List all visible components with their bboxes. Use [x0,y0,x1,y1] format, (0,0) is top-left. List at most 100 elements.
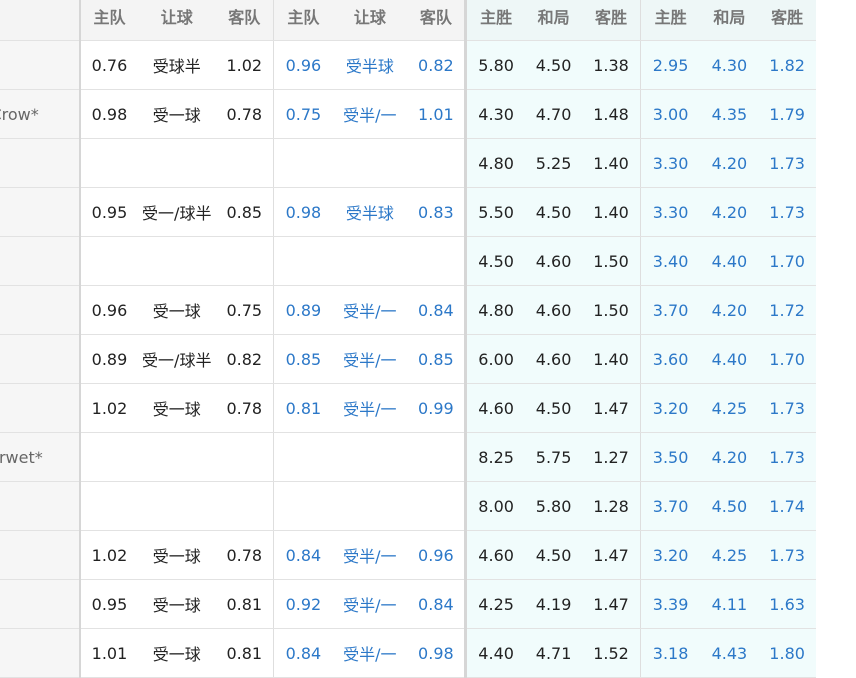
european-odds-initial-cell: 4.50 [524,383,583,433]
european-odds-initial-cell: 1.47 [582,383,641,433]
european-odds-live-cell: 4.30 [700,40,759,90]
asian-handicap-live-cell: 受半/一 [332,628,408,678]
european-odds-live-cell: 4.35 [700,89,759,139]
european-odds-live-cell: 4.11 [700,579,759,629]
asian-handicap-initial-cell: 0.95 [78,187,139,237]
table-row[interactable]: 易*0.96受一球0.750.89受半/一0.844.804.601.503.7… [0,285,816,335]
european-odds-initial-cell: 1.40 [582,138,641,188]
european-odds-initial-cell: 1.38 [582,40,641,90]
european-odds-initial-cell: 5.75 [524,432,583,482]
european-odds-initial-cell: 8.00 [464,481,525,531]
asian-handicap-live-cell: 0.75 [273,89,333,139]
european-odds-live-cell: 4.40 [700,334,759,384]
col-header: 客胜 [758,0,816,41]
table-row[interactable]: 36*0.95受一/球半0.850.98受半球0.835.504.501.403… [0,187,816,237]
company-cell[interactable]: 澳* [0,40,80,90]
company-cell[interactable]: 12* [0,530,80,580]
col-header: 主队 [78,0,139,41]
european-odds-live-cell: 3.70 [639,285,701,335]
european-odds-initial-cell: 8.25 [464,432,525,482]
asian-handicap-live-cell: 1.01 [407,89,466,139]
european-odds-initial-cell: 1.40 [582,334,641,384]
table-row[interactable]: ⚽Crow*0.98受一球0.780.75受半/一1.014.304.701.4… [0,89,816,139]
european-odds-live-cell: 1.74 [758,481,816,531]
company-name: Interwet* [0,447,43,467]
european-odds-initial-cell: 5.25 [524,138,583,188]
company-cell[interactable]: 10* [0,481,80,531]
asian-handicap-live-cell [273,236,333,286]
european-odds-initial-cell: 5.50 [464,187,525,237]
table-row[interactable]: 伟*0.89受一/球半0.820.85受半/一0.856.004.601.403… [0,334,816,384]
asian-handicap-initial-cell: 0.82 [215,334,274,384]
company-cell[interactable]: 利* [0,579,80,629]
asian-handicap-initial-cell: 0.81 [215,628,274,678]
table-row[interactable]: 盈*1.01受一球0.810.84受半/一0.984.404.711.523.1… [0,628,816,678]
table-row[interactable]: 10* 8.005.801.283.704.501.74 [0,481,816,531]
asian-handicap-initial-cell: 1.02 [78,530,139,580]
european-odds-initial-cell: 4.50 [524,530,583,580]
table-row[interactable]: 澳*0.76受球半1.020.96受半球0.825.804.501.382.95… [0,40,816,90]
asian-handicap-initial-cell: 受一球 [138,530,216,580]
company-header: 公司 [0,0,80,41]
european-odds-live-cell: 3.60 [639,334,701,384]
table-row[interactable]: 威* 4.504.601.503.404.401.70 [0,236,816,286]
col-header: 和局 [524,0,583,41]
european-odds-live-cell: 4.43 [700,628,759,678]
european-odds-live-cell: 4.40 [700,236,759,286]
col-header: 客胜 [582,0,641,41]
asian-handicap-live-cell [332,481,408,531]
european-odds-live-cell: 3.20 [639,530,701,580]
table-row[interactable]: Interwet* 8.255.751.273.504.201.73 [0,432,816,482]
col-header: 主胜 [464,0,525,41]
company-cell[interactable]: 威* [0,236,80,286]
table-row[interactable]: 12*1.02受一球0.780.84受半/一0.964.604.501.473.… [0,530,816,580]
asian-handicap-live-cell: 受半/一 [332,334,408,384]
european-odds-live-cell: 1.82 [758,40,816,90]
asian-handicap-live-cell [273,481,333,531]
european-odds-initial-cell: 4.60 [464,383,525,433]
asian-handicap-initial-cell: 0.95 [78,579,139,629]
company-cell[interactable]: 36* [0,187,80,237]
asian-handicap-live-cell: 受半球 [332,40,408,90]
european-odds-initial-cell: 1.50 [582,236,641,286]
asian-handicap-live-cell [407,432,466,482]
asian-handicap-initial-cell: 受一球 [138,285,216,335]
european-odds-live-cell: 1.80 [758,628,816,678]
asian-handicap-initial-cell [215,236,274,286]
european-odds-initial-cell: 1.52 [582,628,641,678]
table-row[interactable]: 立* 4.805.251.403.304.201.73 [0,138,816,188]
asian-handicap-live-cell: 0.92 [273,579,333,629]
asian-handicap-initial-cell: 0.98 [78,89,139,139]
asian-handicap-initial-cell: 0.89 [78,334,139,384]
table-row[interactable]: 明*1.02受一球0.780.81受半/一0.994.604.501.473.2… [0,383,816,433]
company-cell[interactable]: 伟* [0,334,80,384]
company-cell[interactable]: 明* [0,383,80,433]
european-odds-live-cell: 4.20 [700,187,759,237]
company-cell[interactable]: ⚽Crow* [0,89,80,139]
asian-handicap-live-cell [407,236,466,286]
european-odds-live-cell: 1.73 [758,530,816,580]
company-cell[interactable]: 盈* [0,628,80,678]
european-odds-initial-cell: 5.80 [464,40,525,90]
col-header: 客队 [215,0,274,41]
european-odds-initial-cell: 4.50 [524,40,583,90]
company-cell[interactable]: 易* [0,285,80,335]
asian-handicap-live-cell [332,138,408,188]
asian-handicap-initial-cell: 0.78 [215,530,274,580]
company-cell[interactable]: 立* [0,138,80,188]
asian-handicap-live-cell: 0.83 [407,187,466,237]
asian-handicap-initial-cell: 0.76 [78,40,139,90]
asian-handicap-initial-cell: 0.78 [215,383,274,433]
table-row[interactable]: 利*0.95受一球0.810.92受半/一0.844.254.191.473.3… [0,579,816,629]
european-odds-initial-cell: 1.50 [582,285,641,335]
col-header: 客队 [407,0,466,41]
european-odds-live-cell: 4.25 [700,383,759,433]
company-cell[interactable]: Interwet* [0,432,80,482]
european-odds-initial-cell: 4.60 [464,530,525,580]
european-odds-initial-cell: 1.48 [582,89,641,139]
european-odds-initial-cell: 4.70 [524,89,583,139]
european-odds-initial-cell: 4.50 [464,236,525,286]
european-odds-initial-cell: 4.30 [464,89,525,139]
asian-handicap-live-cell: 受半/一 [332,383,408,433]
col-header: 和局 [700,0,759,41]
